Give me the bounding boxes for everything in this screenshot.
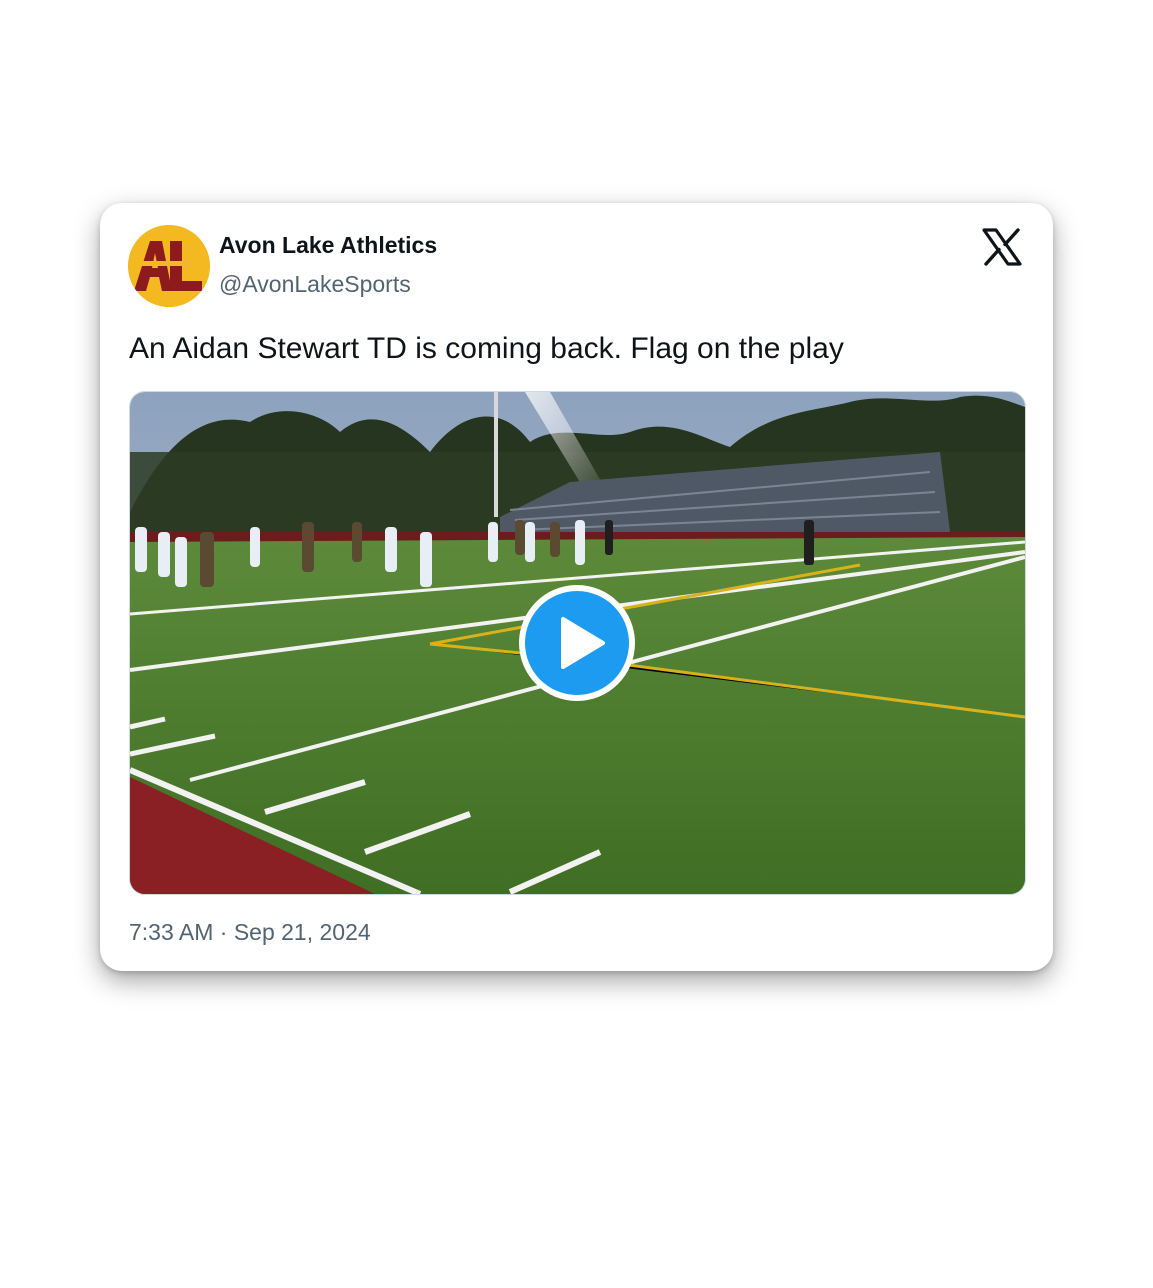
play-icon <box>561 617 605 669</box>
author-handle[interactable]: @AvonLakeSports <box>219 271 411 298</box>
author-name[interactable]: Avon Lake Athletics <box>219 232 437 259</box>
video-player[interactable] <box>129 391 1026 895</box>
tweet-text: An Aidan Stewart TD is coming back. Flag… <box>129 332 844 365</box>
x-logo-icon[interactable] <box>982 228 1022 266</box>
author-avatar[interactable] <box>128 225 210 307</box>
tweet-timestamp[interactable]: 7:33 AM · Sep 21, 2024 <box>129 919 371 946</box>
play-button[interactable] <box>519 585 635 701</box>
avon-lake-logo <box>128 225 210 307</box>
tweet-card[interactable]: Avon Lake Athletics @AvonLakeSports An A… <box>100 203 1053 971</box>
